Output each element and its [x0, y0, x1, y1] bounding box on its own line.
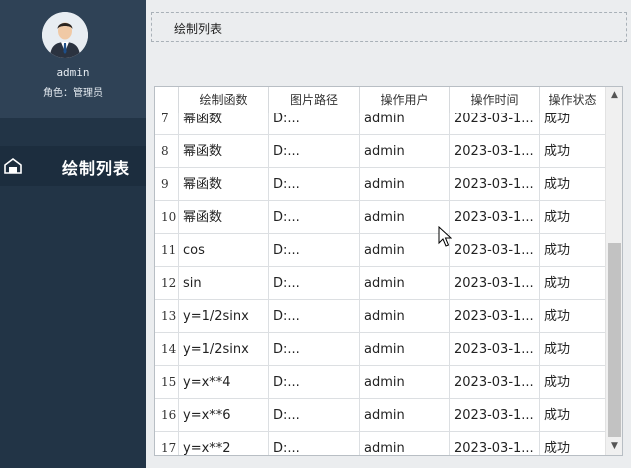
sidebar-item-draw-list[interactable]: 绘制列表	[0, 146, 146, 186]
image-path-cell: D:...	[269, 399, 360, 432]
function-cell: y=x**2	[179, 432, 269, 455]
table-body: 7 幂函数 D:... admin 2023-03-1... 成功 8 幂函数 D:... adm…	[155, 106, 606, 455]
user-cell: admin	[360, 432, 450, 455]
user-cell: admin	[360, 366, 450, 399]
time-cell: 2023-03-1...	[450, 267, 540, 300]
user-cell: admin	[360, 168, 450, 201]
function-cell: y=x**4	[179, 366, 269, 399]
time-cell: 2023-03-1...	[450, 234, 540, 267]
status-cell: 成功	[540, 201, 606, 234]
image-path-cell: D:...	[269, 201, 360, 234]
function-cell: y=1/2sinx	[179, 300, 269, 333]
table-row[interactable]: 16 y=x**6 D:... admin 2023-03-1... 成功	[155, 399, 606, 432]
avatar	[42, 12, 88, 58]
status-cell: 成功	[540, 432, 606, 455]
function-cell: 幂函数	[179, 135, 269, 168]
column-header-status[interactable]: 操作状态	[540, 87, 606, 113]
function-cell: y=x**6	[179, 399, 269, 432]
vertical-scrollbar[interactable]: ▲ ▼	[605, 87, 622, 455]
status-cell: 成功	[540, 366, 606, 399]
column-header-time[interactable]: 操作时间	[450, 87, 540, 113]
function-cell: 幂函数	[179, 168, 269, 201]
image-path-cell: D:...	[269, 168, 360, 201]
page-title: 绘制列表	[174, 22, 223, 36]
user-profile: admin 角色：管理员	[0, 0, 146, 118]
table-row[interactable]: 9 幂函数 D:... admin 2023-03-1... 成功	[155, 168, 606, 201]
table-row[interactable]: 10 幂函数 D:... admin 2023-03-1... 成功	[155, 201, 606, 234]
row-index: 15	[155, 366, 179, 399]
status-cell: 成功	[540, 300, 606, 333]
image-path-cell: D:...	[269, 432, 360, 455]
time-cell: 2023-03-1...	[450, 366, 540, 399]
status-cell: 成功	[540, 267, 606, 300]
time-cell: 2023-03-1...	[450, 399, 540, 432]
column-header-index[interactable]	[155, 87, 179, 113]
row-index: 10	[155, 201, 179, 234]
status-cell: 成功	[540, 168, 606, 201]
status-cell: 成功	[540, 234, 606, 267]
sidebar-item-label: 绘制列表	[62, 159, 131, 178]
status-cell: 成功	[540, 399, 606, 432]
table-header: 绘制函数 图片路径 操作用户 操作时间 操作状态	[155, 87, 606, 113]
time-cell: 2023-03-1...	[450, 168, 540, 201]
column-header-user[interactable]: 操作用户	[360, 87, 450, 113]
row-index: 14	[155, 333, 179, 366]
row-index: 17	[155, 432, 179, 455]
page-title-box: 绘制列表	[151, 12, 627, 42]
user-cell: admin	[360, 267, 450, 300]
row-index: 12	[155, 267, 179, 300]
user-cell: admin	[360, 300, 450, 333]
table-row[interactable]: 14 y=1/2sinx D:... admin 2023-03-1... 成功	[155, 333, 606, 366]
scroll-down-arrow-icon[interactable]: ▼	[606, 438, 622, 455]
row-index: 11	[155, 234, 179, 267]
row-index: 13	[155, 300, 179, 333]
status-cell: 成功	[540, 135, 606, 168]
user-cell: admin	[360, 135, 450, 168]
user-cell: admin	[360, 333, 450, 366]
function-cell: y=1/2sinx	[179, 333, 269, 366]
table-row[interactable]: 12 sin D:... admin 2023-03-1... 成功	[155, 267, 606, 300]
table-row[interactable]: 8 幂函数 D:... admin 2023-03-1... 成功	[155, 135, 606, 168]
table-row[interactable]: 15 y=x**4 D:... admin 2023-03-1... 成功	[155, 366, 606, 399]
user-cell: admin	[360, 201, 450, 234]
image-path-cell: D:...	[269, 267, 360, 300]
image-path-cell: D:...	[269, 366, 360, 399]
time-cell: 2023-03-1...	[450, 201, 540, 234]
draw-records-table[interactable]: 7 幂函数 D:... admin 2023-03-1... 成功 8 幂函数 D:... adm…	[154, 86, 623, 456]
status-cell: 成功	[540, 333, 606, 366]
row-index: 8	[155, 135, 179, 168]
time-cell: 2023-03-1...	[450, 135, 540, 168]
time-cell: 2023-03-1...	[450, 432, 540, 455]
user-avatar-icon	[42, 12, 88, 58]
time-cell: 2023-03-1...	[450, 333, 540, 366]
image-path-cell: D:...	[269, 234, 360, 267]
function-cell: 幂函数	[179, 201, 269, 234]
image-path-cell: D:...	[269, 300, 360, 333]
home-icon	[4, 158, 22, 174]
main-content: 绘制列表 7 幂函数 D:... admin 2023-03-1... 成功 8 幂函数 D:.…	[146, 0, 631, 468]
user-cell: admin	[360, 399, 450, 432]
row-index: 9	[155, 168, 179, 201]
user-role: 角色：管理员	[43, 88, 103, 99]
table-row[interactable]: 17 y=x**2 D:... admin 2023-03-1... 成功	[155, 432, 606, 455]
row-index: 16	[155, 399, 179, 432]
username: admin	[56, 66, 90, 79]
sidebar: admin 角色：管理员 绘制列表	[0, 0, 146, 468]
column-header-function[interactable]: 绘制函数	[179, 87, 269, 113]
scroll-thumb[interactable]	[608, 243, 621, 437]
user-cell: admin	[360, 234, 450, 267]
function-cell: sin	[179, 267, 269, 300]
function-cell: cos	[179, 234, 269, 267]
image-path-cell: D:...	[269, 333, 360, 366]
mouse-cursor-icon	[438, 226, 452, 247]
time-cell: 2023-03-1...	[450, 300, 540, 333]
image-path-cell: D:...	[269, 135, 360, 168]
table-row[interactable]: 11 cos D:... admin 2023-03-1... 成功	[155, 234, 606, 267]
scroll-up-arrow-icon[interactable]: ▲	[606, 87, 622, 104]
column-header-image-path[interactable]: 图片路径	[269, 87, 360, 113]
table-row[interactable]: 13 y=1/2sinx D:... admin 2023-03-1... 成功	[155, 300, 606, 333]
